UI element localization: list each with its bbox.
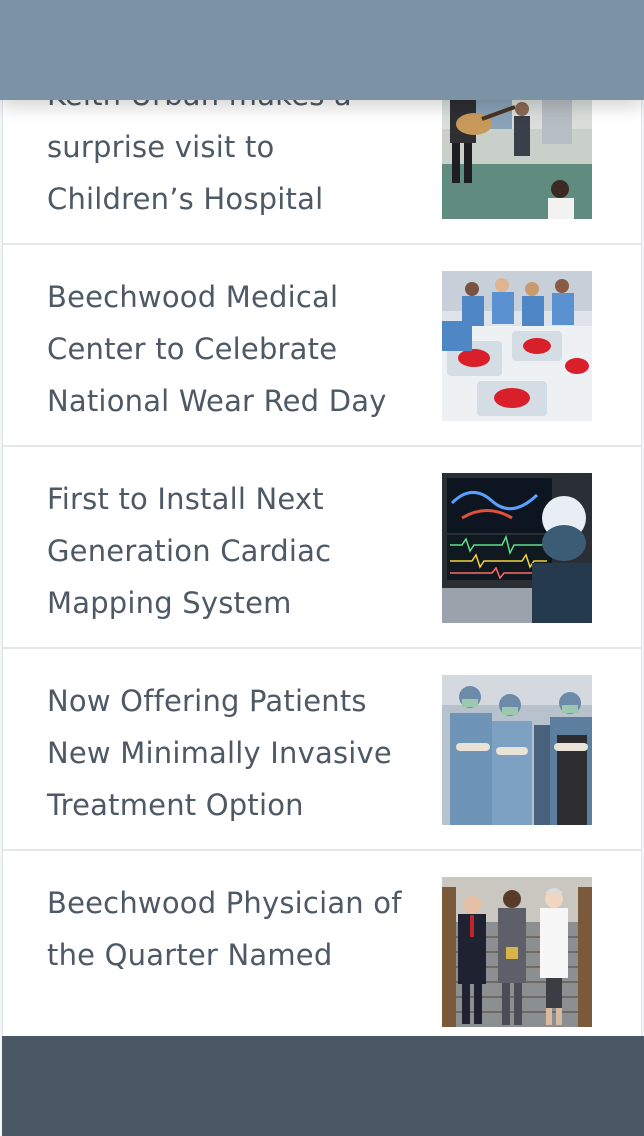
news-item-title[interactable]: Beechwood Physician of the Quarter Named: [47, 877, 407, 981]
news-item-thumbnail[interactable]: [442, 675, 592, 825]
header-bar: [0, 0, 644, 100]
page: Keith Urban makes a surprise visit to Ch…: [0, 0, 644, 1136]
cardiac-lab-photo: [442, 473, 592, 623]
news-item-thumbnail[interactable]: [442, 877, 592, 1027]
news-item-title[interactable]: Beechwood Medical Center to Celebrate Na…: [47, 271, 407, 427]
news-item-title[interactable]: Now Offering Patients New Minimally Inva…: [47, 675, 407, 831]
award-photo: [442, 877, 592, 1027]
footer-bar: [2, 1036, 644, 1136]
news-item[interactable]: Now Offering Patients New Minimally Inva…: [3, 649, 641, 851]
news-item[interactable]: Beechwood Medical Center to Celebrate Na…: [3, 245, 641, 447]
surgical-team-photo: [442, 675, 592, 825]
news-item-thumbnail[interactable]: [442, 473, 592, 623]
news-item-title[interactable]: First to Install Next Generation Cardiac…: [47, 473, 407, 629]
news-item-thumbnail[interactable]: [442, 271, 592, 421]
news-list: Keith Urban makes a surprise visit to Ch…: [2, 43, 642, 1051]
newborns-red-photo: [442, 271, 592, 421]
news-item[interactable]: First to Install Next Generation Cardiac…: [3, 447, 641, 649]
news-item[interactable]: Beechwood Physician of the Quarter Named: [3, 851, 641, 1051]
